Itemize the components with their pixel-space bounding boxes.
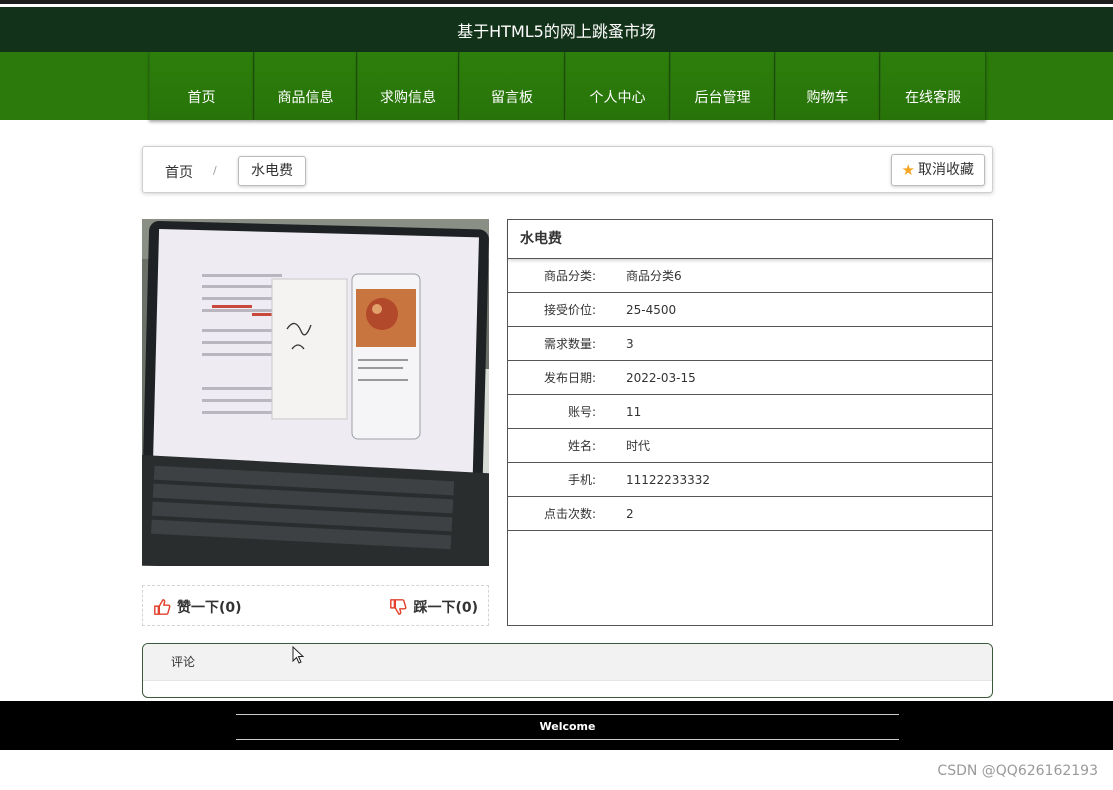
main-nav: 首页 商品信息 求购信息 留言板 个人中心 后台管理 购物车 在线客服 — [0, 52, 1113, 120]
unfavorite-button[interactable]: ★ 取消收藏 — [890, 154, 985, 186]
detail-value: 3 — [626, 336, 634, 351]
site-footer: Welcome — [0, 701, 1113, 750]
nav-item-cart[interactable]: 购物车 — [775, 52, 880, 120]
detail-label: 姓名: — [567, 439, 596, 453]
detail-label: 接受价位: — [543, 303, 596, 317]
site-title: 基于HTML5的网上跳蚤市场 — [457, 22, 656, 41]
detail-label: 发布日期: — [543, 371, 596, 385]
like-label: 赞一下(0) — [177, 600, 242, 616]
detail-value: 商品分类6 — [626, 269, 682, 283]
detail-row: 接受价位: 25-4500 — [508, 293, 992, 327]
thumbs-down-icon — [390, 599, 407, 615]
mouse-cursor-icon — [292, 646, 305, 664]
detail-value: 2 — [626, 506, 634, 521]
detail-value: 25-4500 — [626, 302, 677, 317]
dislike-button[interactable]: 踩一下(0) — [389, 597, 478, 617]
detail-value: 11 — [626, 404, 642, 419]
detail-row: 发布日期: 2022-03-15 — [508, 361, 992, 395]
detail-label: 需求数量: — [543, 337, 596, 351]
detail-value: 2022-03-15 — [626, 370, 696, 385]
breadcrumb-current: 水电费 — [238, 156, 306, 186]
nav-item-message-board[interactable]: 留言板 — [459, 52, 565, 120]
detail-row: 需求数量: 3 — [508, 327, 992, 361]
nav-item-wanted[interactable]: 求购信息 — [357, 52, 459, 120]
nav-item-home[interactable]: 首页 — [149, 52, 254, 120]
nav-item-admin[interactable]: 后台管理 — [670, 52, 775, 120]
vote-bar: 赞一下(0) 踩一下(0) — [142, 585, 489, 626]
unfavorite-label: 取消收藏 — [918, 162, 974, 178]
footer-welcome: Welcome — [236, 714, 899, 740]
star-icon: ★ — [901, 161, 915, 179]
detail-label: 账号: — [567, 405, 596, 419]
breadcrumb-home-link[interactable]: 首页 — [165, 162, 193, 182]
nav-item-products[interactable]: 商品信息 — [254, 52, 357, 120]
detail-value: 11122233332 — [626, 472, 710, 487]
detail-label: 点击次数: — [543, 507, 596, 521]
detail-label: 手机: — [567, 473, 596, 487]
detail-row: 账号: 11 — [508, 395, 992, 429]
site-header: 基于HTML5的网上跳蚤市场 — [0, 0, 1113, 52]
detail-label: 商品分类: — [543, 269, 596, 283]
detail-value: 时代 — [626, 439, 651, 453]
like-button[interactable]: 赞一下(0) — [153, 597, 242, 617]
detail-row: 姓名: 时代 — [508, 429, 992, 463]
detail-row: 点击次数: 2 — [508, 497, 992, 531]
comment-heading: 评论 — [143, 644, 992, 681]
product-image — [142, 219, 489, 566]
breadcrumb-separator: / — [213, 164, 217, 177]
detail-row: 商品分类: 商品分类6 — [508, 259, 992, 293]
dislike-label: 踩一下(0) — [413, 600, 478, 616]
product-detail-panel: 水电费 商品分类: 商品分类6 接受价位: 25-4500 需求数量: 3 发布… — [507, 219, 993, 626]
breadcrumb: 首页 / 水电费 ★ 取消收藏 — [142, 146, 993, 193]
tablet-photo — [142, 219, 489, 566]
comment-section: 评论 — [142, 643, 993, 698]
detail-title: 水电费 — [508, 220, 992, 259]
watermark: CSDN @QQ626162193 — [937, 763, 1098, 779]
detail-row: 手机: 11122233332 — [508, 463, 992, 497]
nav-item-profile[interactable]: 个人中心 — [565, 52, 670, 120]
thumbs-up-icon — [154, 599, 171, 615]
nav-item-support[interactable]: 在线客服 — [880, 52, 986, 120]
